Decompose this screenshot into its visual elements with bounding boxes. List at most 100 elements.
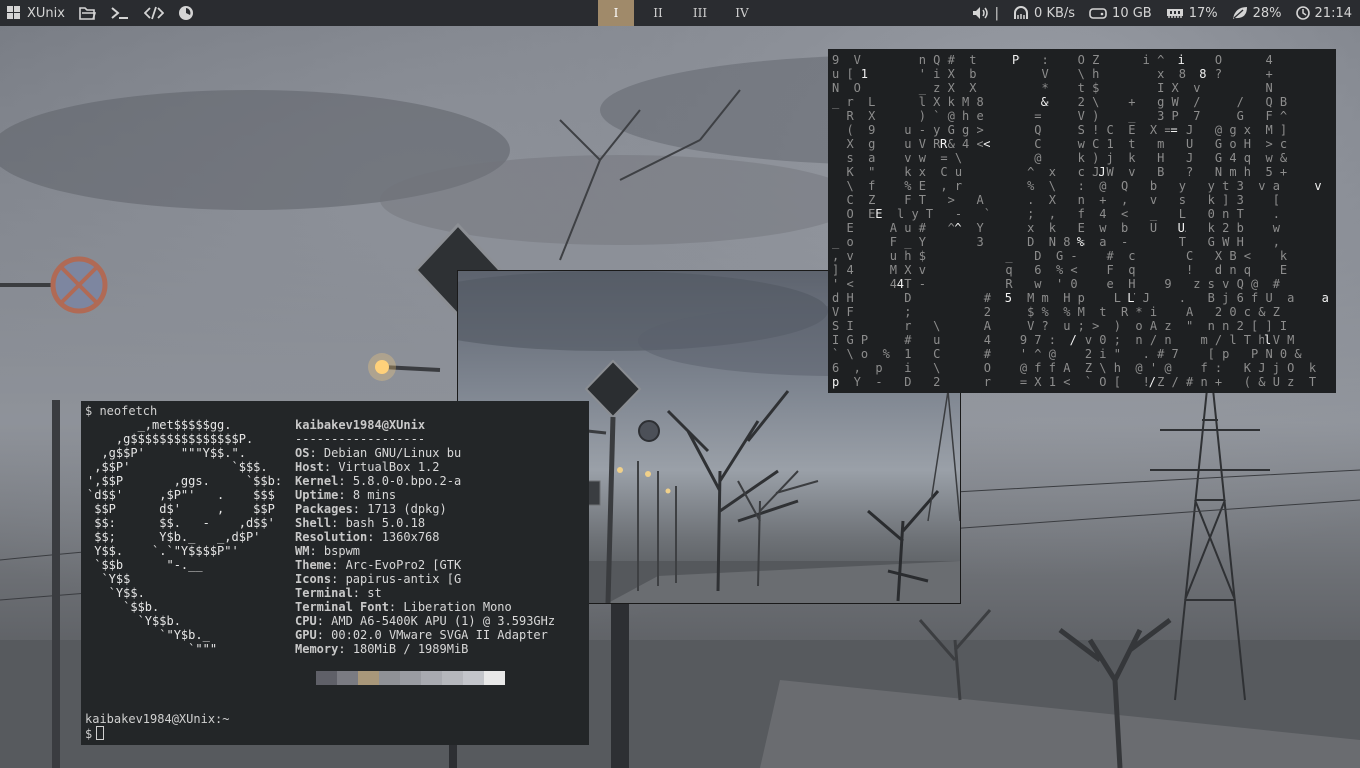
matrix-highlight-char: l bbox=[1264, 333, 1272, 347]
info-row: Packages: 1713 (dpkg) bbox=[295, 502, 447, 516]
ram-indicator: 17% bbox=[1166, 6, 1218, 21]
network-icon bbox=[1014, 6, 1029, 19]
clock-indicator[interactable]: 21:14 bbox=[1295, 6, 1352, 21]
info-value: AMD A6-5400K APU (1) @ 3.593GHz bbox=[331, 614, 556, 628]
userhost: kaibakev1984@XUnix bbox=[295, 418, 426, 432]
code-editor-button[interactable] bbox=[137, 0, 171, 26]
info-value: 1360x768 bbox=[381, 530, 440, 544]
cpu-indicator: 28% bbox=[1232, 6, 1282, 21]
prompt-symbol: $ bbox=[85, 727, 93, 741]
ascii-logo-line: _,met$$$$$gg. bbox=[87, 418, 232, 432]
info-label: Uptime bbox=[295, 488, 339, 502]
matrix-highlight-char: ^ bbox=[954, 221, 962, 235]
matrix-terminal-window[interactable]: 9 V n Q # t P : O Z i ^ j O 4 u [ 1 ' i … bbox=[828, 49, 1336, 393]
matrix-highlight-char: / bbox=[1148, 375, 1157, 389]
info-label: Theme bbox=[295, 558, 332, 572]
info-row: Icons: papirus-antix [G bbox=[295, 572, 461, 586]
menu-button[interactable]: XUnix bbox=[0, 0, 72, 26]
matrix-row: C Z F T > A . X n + , v s k ] 3 [ bbox=[832, 193, 1280, 207]
info-row: Theme: Arc-EvoPro2 [GTK bbox=[295, 558, 461, 572]
info-colon: : bbox=[316, 614, 332, 628]
matrix-row: u [ 1 ' i X b V \ h x 8 ? + bbox=[832, 67, 1288, 81]
palette-swatch bbox=[400, 671, 421, 685]
info-colon: : bbox=[316, 628, 332, 642]
disk-indicator: 10 GB bbox=[1089, 6, 1152, 21]
info-row: Terminal: st bbox=[295, 586, 382, 600]
info-colon: : bbox=[338, 474, 353, 488]
info-colon: : bbox=[309, 446, 324, 460]
info-row: Host: VirtualBox 1.2 bbox=[295, 460, 440, 474]
info-row: Uptime: 8 mins bbox=[295, 488, 396, 502]
info-value: bspwm bbox=[323, 544, 361, 558]
matrix-highlight-char: L bbox=[1127, 291, 1135, 305]
browser-icon bbox=[178, 6, 193, 20]
volume-indicator[interactable]: | bbox=[972, 6, 999, 21]
info-label: WM bbox=[295, 544, 310, 558]
info-colon: : bbox=[331, 558, 346, 572]
matrix-highlight-char: 4 bbox=[896, 277, 905, 291]
info-row: OS: Debian GNU/Linux bu bbox=[295, 446, 461, 460]
matrix-row: , v u h $ _ D G - # c C X B < k bbox=[832, 249, 1288, 263]
matrix-row: R X ) ` @ h e = V ) _ 3 P 7 G F ^ bbox=[832, 109, 1288, 123]
workspace-1-button[interactable]: I bbox=[598, 0, 634, 26]
matrix-row: ] 4 M X v q 6 % < F q ! d n q E bbox=[832, 263, 1288, 277]
matrix-highlight-char: i bbox=[1177, 53, 1185, 67]
matrix-highlight-char: 8 bbox=[1199, 67, 1207, 81]
info-colon: : bbox=[352, 502, 368, 516]
info-row: Resolution: 1360x768 bbox=[295, 530, 440, 544]
workspace-switcher: I II III IV bbox=[598, 0, 766, 26]
workspace-4-button[interactable]: IV bbox=[724, 0, 760, 26]
disk-icon bbox=[1089, 8, 1107, 19]
info-value: Arc-EvoPro2 [GTK bbox=[345, 558, 462, 572]
palette-swatch bbox=[337, 671, 358, 685]
cpu-usage: 28% bbox=[1252, 5, 1282, 21]
ascii-logo-line: ,g$$P' """Y$$.". bbox=[87, 446, 246, 460]
info-value: Liberation Mono bbox=[403, 600, 512, 614]
info-label: Packages bbox=[295, 502, 353, 516]
ascii-logo-line: `$$b. bbox=[87, 600, 160, 614]
info-label: Kernel bbox=[295, 474, 339, 488]
info-colon: : bbox=[338, 488, 353, 502]
matrix-highlight-char: % bbox=[1076, 235, 1085, 249]
matrix-row: O E l y T - ` ; , f 4 < _ L 0 n T . bbox=[832, 207, 1280, 221]
matrix-row: 9 V n Q # t P : O Z i ^ j O 4 bbox=[832, 53, 1288, 67]
info-label: Icons bbox=[295, 572, 332, 586]
info-label: Terminal bbox=[295, 586, 353, 600]
panel-right: | 0 KB/s 10 GB 17% 28% 21:14 bbox=[958, 0, 1352, 26]
debian-logo-icon bbox=[7, 6, 20, 19]
text-cursor bbox=[96, 726, 105, 740]
info-row: Kernel: 5.8.0-0.bpo.2-a bbox=[295, 474, 461, 488]
workspace-3-button[interactable]: III bbox=[682, 0, 718, 26]
shell-prompt-line[interactable]: $ bbox=[85, 726, 105, 741]
matrix-row: E A u # ^ Y x k E w b U R k 2 b w bbox=[832, 221, 1280, 235]
file-manager-button[interactable] bbox=[72, 0, 103, 26]
matrix-highlight-char: P bbox=[1012, 53, 1020, 67]
info-value: 8 mins bbox=[352, 488, 397, 502]
info-colon: : bbox=[323, 460, 339, 474]
ascii-logo-line: `Y$$ bbox=[87, 572, 131, 586]
workspace-2-button[interactable]: II bbox=[640, 0, 676, 26]
info-colon: : bbox=[338, 642, 353, 656]
matrix-row: \ f % E , r % \ : @ Q b y y t 3 v a bbox=[832, 179, 1280, 193]
palette-swatch bbox=[316, 671, 337, 685]
info-value: st bbox=[367, 586, 382, 600]
terminal-button[interactable] bbox=[103, 0, 137, 26]
ram-icon bbox=[1166, 9, 1183, 18]
ascii-logo-line: `""" bbox=[87, 642, 218, 656]
info-label: Shell bbox=[295, 516, 332, 530]
info-row: CPU: AMD A6-5400K APU (1) @ 3.593GHz bbox=[295, 614, 555, 628]
info-label: Terminal Font bbox=[295, 600, 389, 614]
disk-free: 10 GB bbox=[1112, 5, 1152, 21]
info-colon: : bbox=[331, 572, 346, 586]
browser-button[interactable] bbox=[171, 0, 201, 26]
info-label: Host bbox=[295, 460, 324, 474]
matrix-row: s a v w = \ @ k ) j k H J G 4 q w & bbox=[832, 151, 1288, 165]
matrix-row: 6 , p i \ O @ f f A Z \ h @ ' @ f : K J … bbox=[832, 361, 1317, 375]
palette-swatch bbox=[463, 671, 484, 685]
matrix-row: I G P # u 4 9 7 : / v 0 ; n / n m / l T … bbox=[832, 333, 1295, 347]
ascii-logo-line: `Y$$b. bbox=[87, 614, 181, 628]
info-value: bash 5.0.18 bbox=[345, 516, 426, 530]
ram-usage: 17% bbox=[1188, 5, 1218, 21]
info-row: Memory: 180MiB / 1989MiB bbox=[295, 642, 468, 656]
neofetch-terminal-window[interactable]: $ neofetch _,met$$$$$gg. ,g$$$$$$$$$$$$$… bbox=[81, 401, 589, 745]
